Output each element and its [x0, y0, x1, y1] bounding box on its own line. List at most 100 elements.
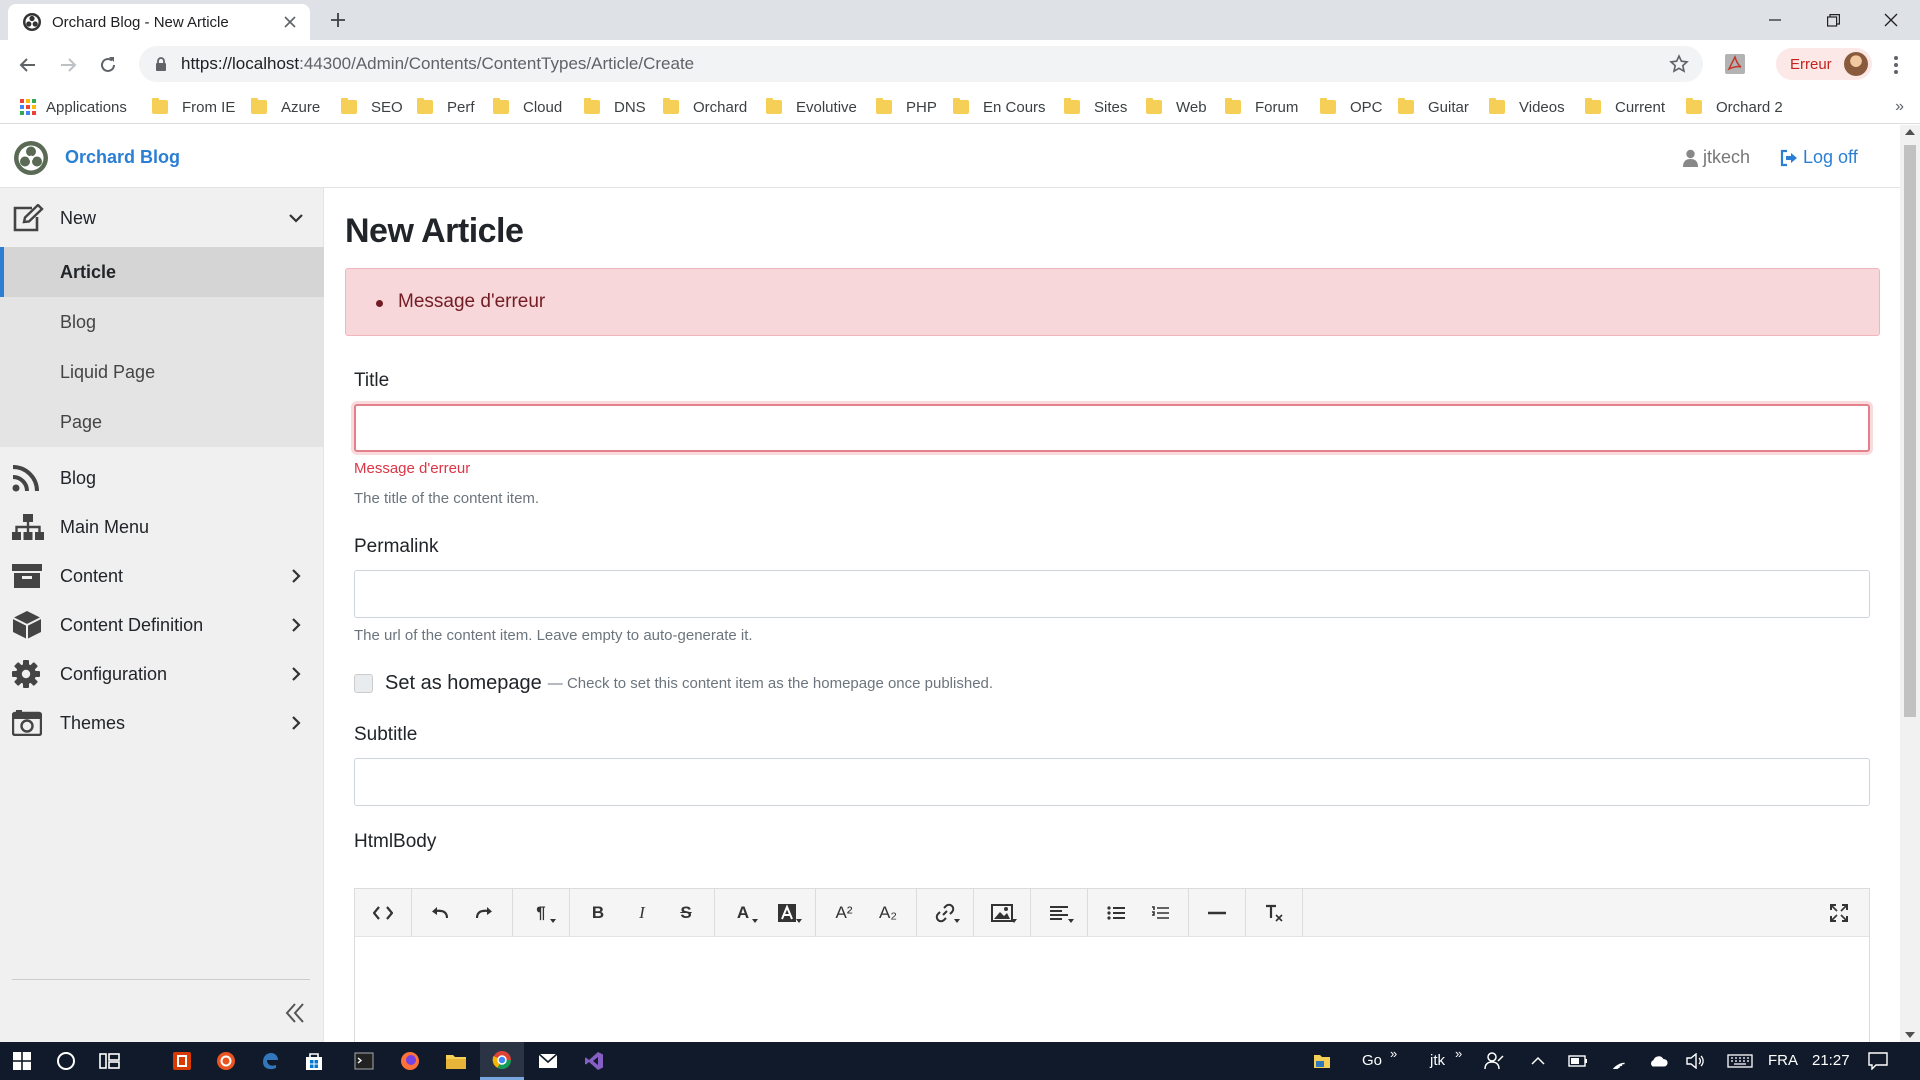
homepage-label[interactable]: Set as homepage: [385, 672, 542, 695]
bookmark-folder[interactable]: Forum: [1225, 95, 1298, 119]
edge-browser-icon[interactable]: [248, 1042, 292, 1080]
horizontal-line-icon[interactable]: [1195, 893, 1239, 933]
orchard-logo-icon[interactable]: [13, 140, 49, 176]
bookmark-folder[interactable]: Sites: [1064, 95, 1127, 119]
store-icon[interactable]: [292, 1042, 336, 1080]
minimize-window-button[interactable]: [1746, 0, 1804, 40]
bookmark-folder[interactable]: Evolutive: [766, 95, 857, 119]
language-indicator[interactable]: FRA: [1768, 1052, 1798, 1069]
font-color-button[interactable]: A: [721, 893, 765, 933]
superscript-button[interactable]: A²: [822, 893, 866, 933]
firefox-icon[interactable]: [388, 1042, 432, 1080]
bookmark-folder[interactable]: Cloud: [493, 95, 562, 119]
wifi-icon[interactable]: [1608, 1051, 1628, 1071]
sidebar-item-blog[interactable]: Blog: [0, 451, 324, 505]
bookmark-folder[interactable]: OPC: [1320, 95, 1383, 119]
subscript-button[interactable]: A₂: [866, 893, 910, 933]
bookmark-folder[interactable]: From IE: [152, 95, 235, 119]
fullscreen-icon[interactable]: [1827, 901, 1851, 925]
reload-icon[interactable]: [96, 53, 120, 77]
bookmark-folder[interactable]: En Cours: [953, 95, 1046, 119]
title-input[interactable]: [354, 404, 1870, 452]
task-view-icon[interactable]: [88, 1042, 132, 1080]
sidebar-subitem-page[interactable]: Page: [0, 397, 324, 447]
tab-close-icon[interactable]: [280, 12, 300, 32]
align-left-icon[interactable]: [1037, 893, 1081, 933]
bulleted-list-icon[interactable]: [1094, 893, 1138, 933]
bookmark-folder[interactable]: Azure: [251, 95, 320, 119]
visual-studio-icon[interactable]: [572, 1042, 616, 1080]
taskbar-toolbar-go[interactable]: Go: [1362, 1052, 1382, 1069]
pdf-extension-icon[interactable]: [1724, 53, 1746, 75]
chevron-up-icon[interactable]: [1528, 1051, 1548, 1071]
bookmark-applications[interactable]: Applications: [20, 95, 127, 119]
windows-start-icon[interactable]: [0, 1042, 44, 1080]
keyboard-icon[interactable]: [1726, 1051, 1754, 1071]
file-explorer-icon[interactable]: [434, 1042, 478, 1080]
permalink-input[interactable]: [354, 570, 1870, 618]
sidebar-subitem-article[interactable]: Article: [0, 247, 324, 297]
chrome-taskbar-icon[interactable]: [480, 1042, 524, 1080]
scroll-down-arrow-icon[interactable]: [1905, 1032, 1915, 1038]
scroll-up-arrow-icon[interactable]: [1905, 129, 1915, 135]
italic-button[interactable]: I: [620, 893, 664, 933]
background-color-icon[interactable]: [765, 893, 809, 933]
redo-icon[interactable]: [462, 893, 506, 933]
clock[interactable]: 21:27: [1812, 1052, 1850, 1069]
code-view-icon[interactable]: [361, 893, 405, 933]
sidebar-subitem-blog[interactable]: Blog: [0, 297, 324, 347]
bold-button[interactable]: B: [576, 893, 620, 933]
bookmark-folder[interactable]: SEO: [341, 95, 403, 119]
volume-icon[interactable]: [1686, 1051, 1706, 1071]
new-tab-button[interactable]: [326, 8, 350, 32]
sidebar-item-configuration[interactable]: Configuration: [0, 647, 324, 701]
bookmark-folder[interactable]: Perf: [417, 95, 475, 119]
profile-error-button[interactable]: Erreur: [1776, 48, 1872, 80]
onedrive-cloud-icon[interactable]: [1648, 1051, 1668, 1071]
toolbar-expand-icon[interactable]: »: [1390, 1046, 1397, 1061]
notification-center-icon[interactable]: [1868, 1051, 1888, 1071]
bookmarks-overflow-button[interactable]: »: [1895, 98, 1904, 116]
brand-link[interactable]: Orchard Blog: [65, 147, 180, 168]
numbered-list-icon[interactable]: [1138, 893, 1182, 933]
collapse-sidebar-icon[interactable]: [282, 1000, 308, 1026]
sidebar-item-new[interactable]: New: [0, 191, 324, 245]
forward-icon[interactable]: [56, 53, 80, 77]
sidebar-subitem-liquid-page[interactable]: Liquid Page: [0, 347, 324, 397]
ubuntu-app-icon[interactable]: [204, 1042, 248, 1080]
bookmark-folder[interactable]: Current: [1585, 95, 1665, 119]
close-window-button[interactable]: [1862, 0, 1920, 40]
taskbar-toolbar-jtk[interactable]: jtk: [1430, 1052, 1445, 1069]
bookmark-folder[interactable]: Web: [1146, 95, 1207, 119]
bookmark-folder[interactable]: Orchard 2: [1686, 95, 1783, 119]
strikethrough-button[interactable]: S: [664, 893, 708, 933]
bookmark-folder[interactable]: PHP: [876, 95, 937, 119]
sidebar-item-content[interactable]: Content: [0, 549, 324, 603]
sidebar-item-main-menu[interactable]: Main Menu: [0, 500, 324, 554]
image-icon[interactable]: [980, 893, 1024, 933]
search-icon[interactable]: [44, 1042, 88, 1080]
subtitle-input[interactable]: [354, 758, 1870, 806]
sidebar-item-content-definition[interactable]: Content Definition: [0, 598, 324, 652]
homepage-checkbox[interactable]: [354, 674, 373, 693]
link-icon[interactable]: [923, 893, 967, 933]
scrollbar-thumb[interactable]: [1904, 145, 1916, 717]
toolbar-expand-icon[interactable]: »: [1455, 1046, 1462, 1061]
battery-icon[interactable]: [1568, 1051, 1588, 1071]
folder-tray-icon[interactable]: [1312, 1051, 1332, 1071]
page-scrollbar[interactable]: [1900, 125, 1920, 1042]
browser-tab-active[interactable]: Orchard Blog - New Article: [8, 4, 310, 40]
bookmark-folder[interactable]: DNS: [584, 95, 646, 119]
bookmark-folder[interactable]: Guitar: [1398, 95, 1469, 119]
bookmark-folder[interactable]: Videos: [1489, 95, 1565, 119]
people-icon[interactable]: [1484, 1051, 1504, 1071]
back-icon[interactable]: [16, 53, 40, 77]
address-bar[interactable]: https://localhost:44300/Admin/Contents/C…: [139, 46, 1703, 82]
clear-formatting-icon[interactable]: [1252, 893, 1296, 933]
restore-window-button[interactable]: [1804, 0, 1862, 40]
bookmark-folder[interactable]: Orchard: [663, 95, 747, 119]
mail-icon[interactable]: [526, 1042, 570, 1080]
terminal-icon[interactable]: [342, 1042, 386, 1080]
office-app-icon[interactable]: [160, 1042, 204, 1080]
logoff-link[interactable]: Log off: [1780, 147, 1858, 168]
